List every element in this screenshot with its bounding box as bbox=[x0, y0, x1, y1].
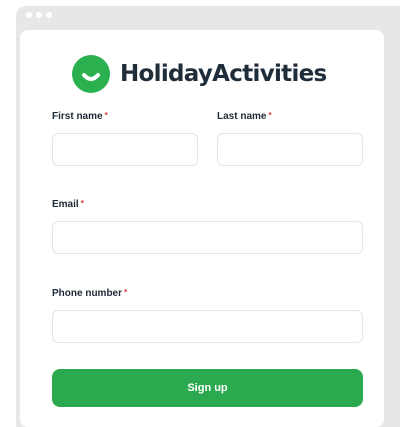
brand-name: HolidayActivities bbox=[120, 60, 327, 87]
window-control-dot[interactable] bbox=[46, 12, 52, 18]
email-label-text: Email bbox=[52, 199, 79, 210]
browser-window: HolidayActivities First name * Last name *… bbox=[16, 6, 400, 427]
first-name-label-text: First name bbox=[52, 111, 103, 122]
window-control-dot[interactable] bbox=[26, 12, 32, 18]
signup-card: HolidayActivities First name * Last name *… bbox=[20, 30, 384, 427]
last-name-label: Last name * bbox=[217, 112, 272, 122]
last-name-label-text: Last name bbox=[217, 111, 267, 122]
smile-logo-icon bbox=[72, 55, 110, 93]
phone-label-text: Phone number bbox=[52, 288, 123, 299]
last-name-input[interactable] bbox=[217, 133, 363, 166]
required-asterisk: * bbox=[268, 111, 272, 120]
window-controls bbox=[26, 12, 52, 18]
required-asterisk: * bbox=[80, 199, 84, 208]
brand-logo: HolidayActivities bbox=[72, 55, 327, 93]
phone-label: Phone number * bbox=[52, 289, 127, 299]
phone-input[interactable] bbox=[52, 310, 363, 343]
email-label: Email * bbox=[52, 200, 84, 210]
required-asterisk: * bbox=[104, 111, 108, 120]
sign-up-button[interactable]: Sign up bbox=[52, 369, 363, 407]
first-name-label: First name * bbox=[52, 112, 108, 122]
email-input[interactable] bbox=[52, 221, 363, 254]
window-control-dot[interactable] bbox=[36, 12, 42, 18]
required-asterisk: * bbox=[124, 288, 128, 297]
first-name-input[interactable] bbox=[52, 133, 198, 166]
